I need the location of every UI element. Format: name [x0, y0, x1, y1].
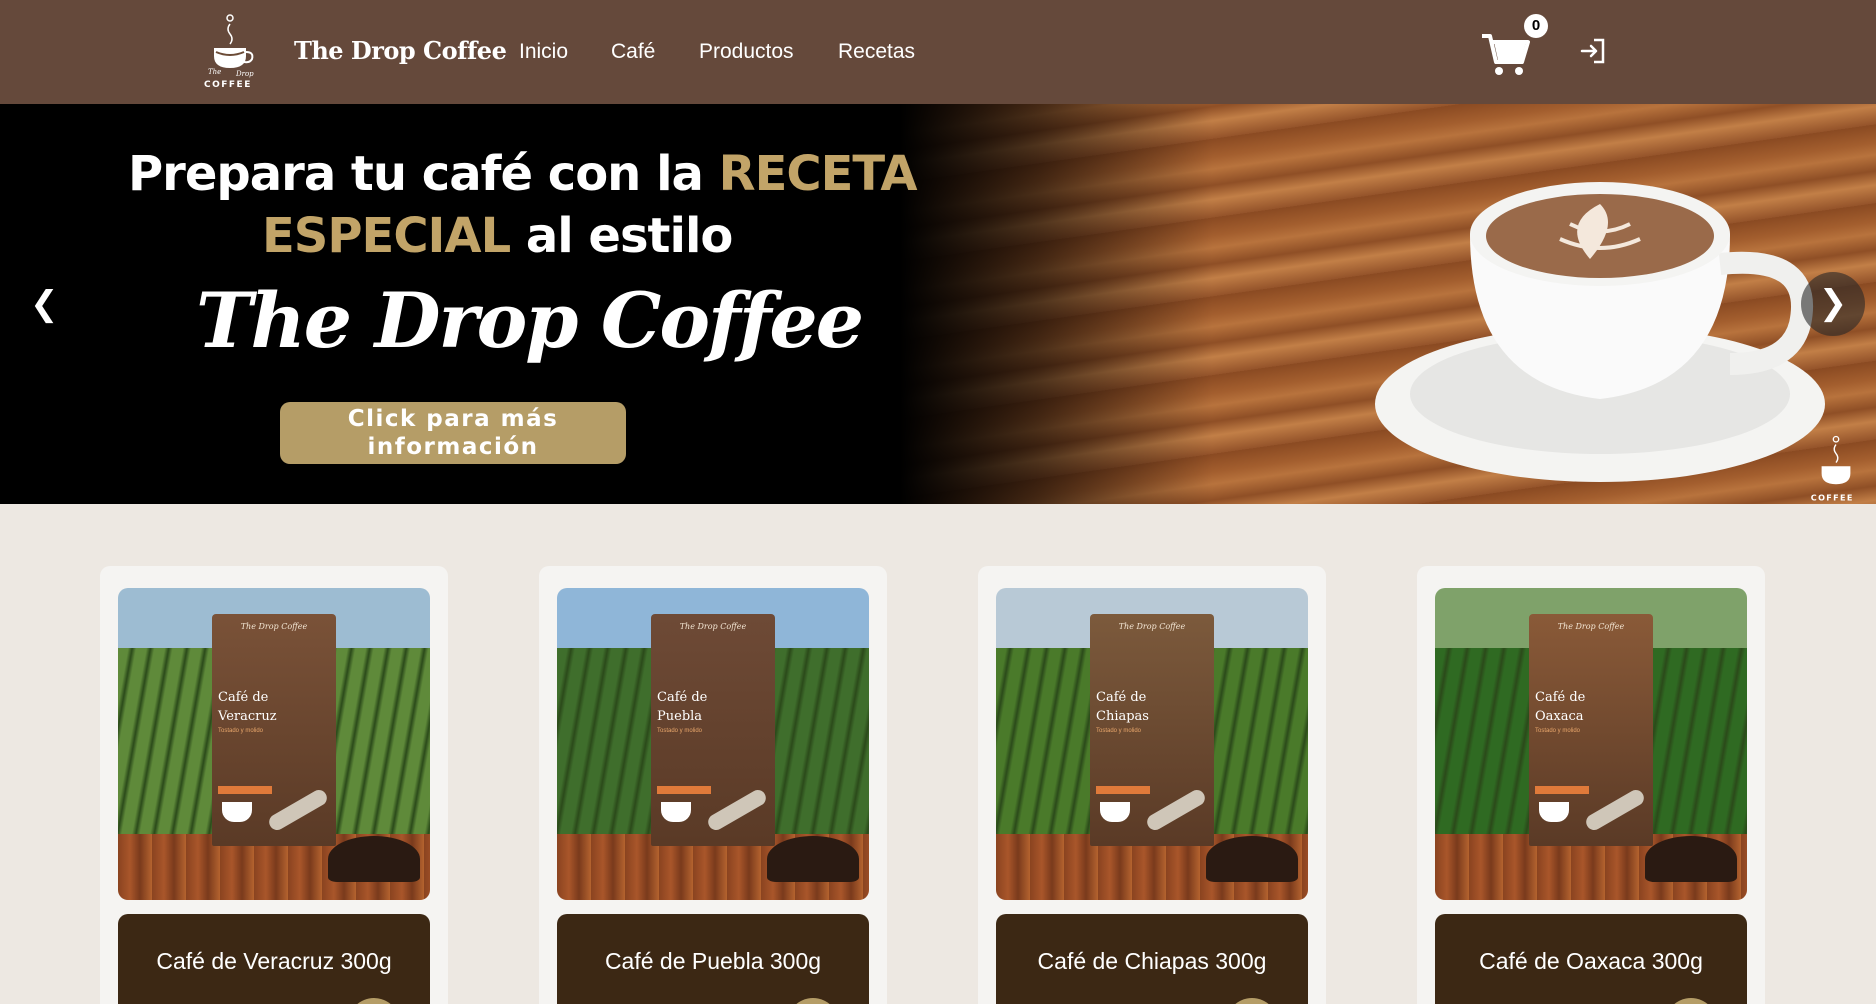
bag-subtitle: Tostado y molido: [1096, 728, 1142, 734]
hero-watermark-logo: COFFEE: [1804, 432, 1868, 504]
hero-headline-line1: Prepara tu café con la RECETA: [128, 146, 918, 202]
hero-title: The Drop Coffee: [196, 276, 864, 365]
product-image[interactable]: The Drop Coffee Café de Puebla Tostado y mo…: [557, 588, 869, 900]
cart-count-badge: 0: [1524, 14, 1548, 38]
bag-label-line1: Café de: [1096, 690, 1147, 705]
product-info: Café de Puebla 300g: [557, 914, 869, 1004]
bag-label-line2: Puebla: [657, 709, 703, 724]
cup-icon: [661, 802, 691, 822]
coffee-bag: The Drop Coffee Café de Oaxaca Tostado y mo…: [1529, 614, 1653, 846]
login-icon: [1580, 38, 1605, 64]
coffee-bag: The Drop Coffee Café de Veracruz Tostado y …: [212, 614, 336, 846]
product-info: Café de Chiapas 300g: [996, 914, 1308, 1004]
nav-link-recetas[interactable]: Recetas: [838, 40, 915, 64]
bag-subtitle: Tostado y molido: [218, 728, 264, 734]
bag-label-line1: Café de: [657, 690, 708, 705]
more-info-button-line2: información: [367, 434, 539, 460]
svg-text:The: The: [208, 68, 221, 76]
bag-label: Café de Oaxaca: [1535, 688, 1585, 726]
product-name[interactable]: Café de Puebla 300g: [557, 948, 869, 975]
bag-label: Café de Chiapas: [1096, 688, 1149, 726]
product-image[interactable]: The Drop Coffee Café de Oaxaca Tostado y mo…: [1435, 588, 1747, 900]
bag-brand: The Drop Coffee: [679, 622, 747, 631]
product-card[interactable]: The Drop Coffee Café de Veracruz Tostado y …: [100, 566, 448, 1004]
product-info: Café de Veracruz 300g: [118, 914, 430, 1004]
nav-link-cafe[interactable]: Café: [611, 40, 655, 64]
bag-label-line2: Chiapas: [1096, 709, 1149, 724]
nav-link-inicio[interactable]: Inicio: [519, 40, 568, 64]
add-to-cart-button[interactable]: [1226, 998, 1278, 1004]
roast-tag: [1535, 786, 1589, 794]
roast-tag: [218, 786, 272, 794]
coffee-bag: The Drop Coffee Café de Chiapas Tostado y m…: [1090, 614, 1214, 846]
bag-subtitle: Tostado y molido: [657, 728, 703, 734]
add-to-cart-button[interactable]: [348, 998, 400, 1004]
bag-label-line1: Café de: [1535, 690, 1586, 705]
product-info: Café de Oaxaca 300g: [1435, 914, 1747, 1004]
coffee-bag: The Drop Coffee Café de Puebla Tostado y mo…: [651, 614, 775, 846]
scoop-icon: [1144, 787, 1208, 833]
scoop-icon: [1583, 787, 1647, 833]
cart-button[interactable]: [1480, 30, 1530, 78]
cup-icon: [1539, 802, 1569, 822]
bag-subtitle: Tostado y molido: [1535, 728, 1581, 734]
bag-label-line1: Café de: [218, 690, 269, 705]
svg-text:COFFEE: COFFEE: [204, 80, 252, 90]
product-name[interactable]: Café de Chiapas 300g: [996, 948, 1308, 975]
carousel-next-button[interactable]: ❯: [1801, 272, 1865, 336]
product-name[interactable]: Café de Veracruz 300g: [118, 948, 430, 975]
shopping-cart-icon: [1482, 34, 1530, 75]
add-to-cart-button[interactable]: [787, 998, 839, 1004]
roast-tag: [1096, 786, 1150, 794]
coffee-cup-image: [1375, 182, 1825, 482]
svg-text:COFFEE: COFFEE: [1811, 492, 1854, 502]
cup-icon: [222, 802, 252, 822]
product-image[interactable]: The Drop Coffee Café de Veracruz Tostado y …: [118, 588, 430, 900]
ground-coffee-pile: [767, 836, 859, 882]
bag-label: Café de Veracruz: [218, 688, 277, 726]
bag-brand: The Drop Coffee: [1557, 622, 1625, 631]
login-button[interactable]: [1578, 36, 1608, 66]
more-info-button-line1: Click para más: [347, 406, 559, 432]
more-info-button[interactable]: Click para más información: [280, 402, 626, 464]
cup-icon: [1100, 802, 1130, 822]
brand-name[interactable]: The Drop Coffee: [294, 36, 507, 65]
coffee-cup-logo-icon: The Drop COFFEE: [204, 14, 254, 90]
bag-label-line2: Veracruz: [218, 709, 277, 724]
ground-coffee-pile: [1206, 836, 1298, 882]
roast-tag: [657, 786, 711, 794]
hero-headline-line2: ESPECIAL al estilo: [262, 208, 733, 264]
bag-label-line2: Oaxaca: [1535, 709, 1584, 724]
coffee-cup-logo-icon: COFFEE: [1811, 435, 1854, 502]
scoop-icon: [705, 787, 769, 833]
carousel-prev-button[interactable]: ❮: [30, 284, 59, 324]
bag-brand: The Drop Coffee: [1118, 622, 1186, 631]
nav-link-productos[interactable]: Productos: [699, 40, 794, 64]
scoop-icon: [266, 787, 330, 833]
bag-brand: The Drop Coffee: [240, 622, 308, 631]
navbar: The Drop COFFEE The Drop Coffee Inicio C…: [0, 0, 1876, 104]
ground-coffee-pile: [328, 836, 420, 882]
product-card[interactable]: The Drop Coffee Café de Chiapas Tostado y m…: [978, 566, 1326, 1004]
product-card[interactable]: The Drop Coffee Café de Oaxaca Tostado y mo…: [1417, 566, 1765, 1004]
brand-logo[interactable]: The Drop COFFEE: [200, 10, 260, 90]
product-name[interactable]: Café de Oaxaca 300g: [1435, 948, 1747, 975]
add-to-cart-button[interactable]: [1665, 998, 1717, 1004]
product-image[interactable]: The Drop Coffee Café de Chiapas Tostado y m…: [996, 588, 1308, 900]
svg-text:Drop: Drop: [235, 70, 254, 78]
product-card[interactable]: The Drop Coffee Café de Puebla Tostado y mo…: [539, 566, 887, 1004]
hero-carousel: Prepara tu café con la RECETA ESPECIAL a…: [0, 104, 1876, 504]
bag-label: Café de Puebla: [657, 688, 707, 726]
ground-coffee-pile: [1645, 836, 1737, 882]
